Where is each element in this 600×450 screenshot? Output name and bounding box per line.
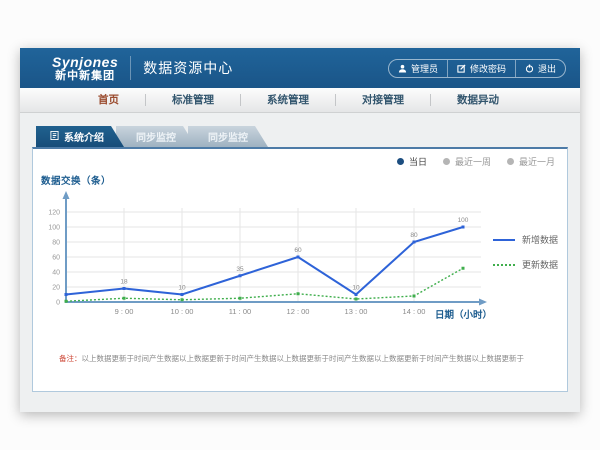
current-user-label: 管理员 — [411, 62, 438, 75]
current-user-button[interactable]: 管理员 — [389, 60, 447, 77]
radio-label: 最近一月 — [519, 155, 555, 168]
svg-text:40: 40 — [52, 270, 60, 277]
tab-sync-monitor-2[interactable]: 同步监控 — [188, 126, 268, 147]
logout-label: 退出 — [538, 62, 556, 75]
logo-text-cn: 新中新集团 — [55, 71, 115, 82]
radio-option-today[interactable]: 当日 — [397, 155, 427, 168]
nav-item-system-mgmt[interactable]: 系统管理 — [241, 94, 336, 106]
svg-text:80: 80 — [52, 240, 60, 247]
nav-item-standard-mgmt[interactable]: 标准管理 — [146, 94, 241, 106]
edit-icon — [457, 64, 466, 73]
document-icon — [50, 131, 59, 143]
tab-label: 系统介绍 — [64, 129, 104, 144]
svg-text:13 : 00: 13 : 00 — [345, 307, 368, 316]
change-password-button[interactable]: 修改密码 — [447, 60, 515, 77]
footnote: 备注：以上数据更新于时间产生数据以上数据更新于时间产生数据以上数据更新于时间产生… — [59, 353, 564, 364]
radio-option-last-week[interactable]: 最近一周 — [443, 155, 491, 168]
svg-text:60: 60 — [52, 255, 60, 262]
footnote-text: 以上数据更新于时间产生数据以上数据更新于时间产生数据以上数据更新于时间产生数据以… — [82, 354, 525, 363]
tab-system-intro[interactable]: 系统介绍 — [36, 126, 124, 147]
main-nav: 首页 标准管理 系统管理 对接管理 数据异动 — [20, 88, 580, 113]
dotted-line-swatch-icon — [493, 264, 515, 266]
svg-text:10: 10 — [178, 285, 186, 292]
footnote-prefix: 备注： — [59, 354, 82, 363]
chart-svg: 0 20 40 60 80 100 120 9 : 00 10 : 00 11 : 00 12 : … — [33, 177, 503, 322]
nav-item-home[interactable]: 首页 — [72, 94, 146, 106]
logout-button[interactable]: 退出 — [515, 60, 565, 77]
page-title: 数据资源中心 — [143, 58, 233, 78]
content-body: 系统介绍 同步监控 同步监控 当日 最近一周 — [20, 113, 580, 412]
header-divider — [130, 56, 131, 80]
time-range-filter: 当日 最近一周 最近一月 — [397, 155, 555, 168]
x-axis-title: 日期（小时） — [435, 307, 492, 321]
logo-text-en: Synjones — [52, 55, 118, 69]
legend-label: 新增数据 — [522, 233, 558, 246]
company-logo: Synjones 新中新集团 — [52, 55, 118, 82]
tab-label: 同步监控 — [208, 129, 248, 144]
svg-text:120: 120 — [48, 210, 60, 217]
legend-item-new-data: 新增数据 — [493, 233, 558, 246]
app-window: Synjones 新中新集团 数据资源中心 管理员 修改密码 — [20, 48, 580, 412]
radio-label: 最近一周 — [455, 155, 491, 168]
top-header: Synjones 新中新集团 数据资源中心 管理员 修改密码 — [20, 48, 580, 88]
tab-label: 同步监控 — [136, 129, 176, 144]
radio-label: 当日 — [409, 155, 427, 168]
radio-dot-icon — [507, 158, 514, 165]
svg-text:10 : 00: 10 : 00 — [171, 307, 194, 316]
page: Synjones 新中新集团 数据资源中心 管理员 修改密码 — [0, 0, 600, 450]
solid-line-swatch-icon — [493, 239, 515, 241]
radio-dot-icon — [397, 158, 404, 165]
radio-option-last-month[interactable]: 最近一月 — [507, 155, 555, 168]
svg-text:0: 0 — [56, 300, 60, 307]
svg-text:100: 100 — [458, 217, 469, 224]
nav-item-data-change[interactable]: 数据异动 — [431, 94, 525, 106]
svg-text:35: 35 — [236, 266, 244, 273]
user-actions-group: 管理员 修改密码 退出 — [388, 59, 566, 78]
svg-text:10: 10 — [352, 285, 360, 292]
svg-text:18: 18 — [120, 279, 128, 286]
svg-text:14 : 00: 14 : 00 — [403, 307, 426, 316]
svg-text:80: 80 — [410, 232, 418, 239]
legend-label: 更新数据 — [522, 258, 558, 271]
change-password-label: 修改密码 — [470, 62, 506, 75]
chart-legend: 新增数据 更新数据 — [493, 233, 558, 271]
tab-sync-monitor-1[interactable]: 同步监控 — [116, 126, 196, 147]
svg-text:60: 60 — [294, 247, 302, 254]
user-icon — [398, 64, 407, 73]
radio-dot-icon — [443, 158, 450, 165]
legend-item-updated-data: 更新数据 — [493, 258, 558, 271]
nav-item-integration-mgmt[interactable]: 对接管理 — [336, 94, 431, 106]
svg-text:20: 20 — [52, 285, 60, 292]
svg-text:11 : 00: 11 : 00 — [229, 307, 251, 316]
tab-bar: 系统介绍 同步监控 同步监控 — [36, 126, 268, 147]
svg-text:100: 100 — [48, 225, 60, 232]
chart-panel: 当日 最近一周 最近一月 数据交换（条） 0204060801001209 : … — [32, 147, 568, 392]
power-icon — [525, 64, 534, 73]
svg-text:12 : 00: 12 : 00 — [287, 307, 310, 316]
svg-text:9 : 00: 9 : 00 — [115, 307, 134, 316]
